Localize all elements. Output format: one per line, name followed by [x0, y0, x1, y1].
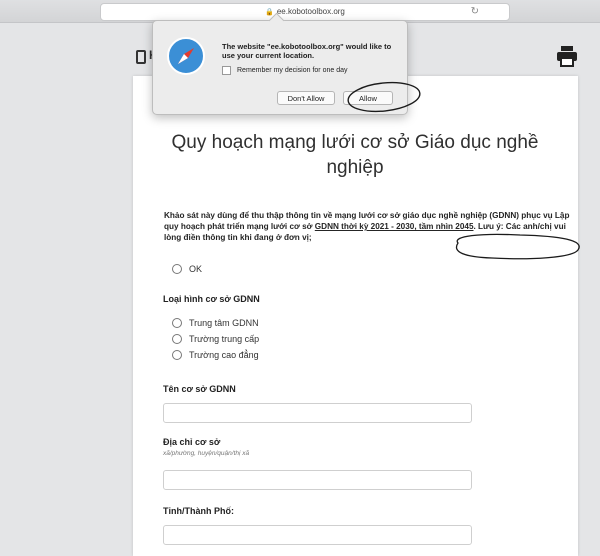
intro-text-underlined: GDNN thời kỳ 2021 - 2030, tầm nhìn 2045 — [314, 222, 474, 231]
type-option-label: Trung tâm GDNN — [189, 318, 259, 328]
remember-decision-label: Remember my decision for one day — [237, 67, 348, 74]
type-option-college[interactable]: Trường cao đẳng — [172, 350, 259, 360]
ok-radio[interactable] — [172, 264, 182, 274]
permission-message: The website "ee.kobotoolbox.org" would l… — [222, 42, 392, 60]
address-input[interactable] — [163, 470, 472, 490]
form-intro: Khảo sát này dùng để thu thập thông tin … — [164, 210, 570, 243]
kobo-logo-icon[interactable] — [136, 50, 146, 64]
address-bar-url: ee.kobotoolbox.org — [276, 7, 345, 16]
print-icon[interactable] — [555, 44, 579, 68]
question-name-label: Tên cơ sở GDNN — [163, 384, 236, 394]
ok-option[interactable]: OK — [172, 264, 202, 274]
type-center-radio[interactable] — [172, 318, 182, 328]
safari-compass-icon — [167, 37, 205, 75]
allow-button[interactable]: Allow — [343, 91, 393, 105]
type-intermediate-radio[interactable] — [172, 334, 182, 344]
question-type-label: Loại hình cơ sở GDNN — [163, 294, 260, 304]
type-college-radio[interactable] — [172, 350, 182, 360]
type-option-label: Trường cao đẳng — [189, 350, 259, 360]
address-hint: xã/phường, huyện/quận/thị xã — [163, 450, 250, 457]
dont-allow-button[interactable]: Don't Allow — [277, 91, 335, 105]
reload-icon[interactable]: ↻ — [471, 4, 479, 20]
remember-decision-checkbox[interactable] — [222, 66, 231, 75]
type-option-label: Trường trung cấp — [189, 334, 260, 344]
address-bar[interactable]: 🔒 ee.kobotoolbox.org ↻ — [100, 3, 510, 21]
question-address-label: Địa chỉ cơ sở — [163, 437, 221, 447]
question-province-label: Tỉnh/Thành Phố: — [163, 506, 234, 516]
form-title: Quy hoạch mạng lưới cơ sở Giáo dục nghề … — [171, 132, 539, 178]
remember-decision-row[interactable]: Remember my decision for one day — [222, 66, 348, 75]
province-input[interactable] — [163, 525, 472, 545]
type-option-center[interactable]: Trung tâm GDNN — [172, 318, 259, 328]
location-permission-dialog: The website "ee.kobotoolbox.org" would l… — [152, 12, 408, 115]
type-option-intermediate[interactable]: Trường trung cấp — [172, 334, 259, 344]
ok-option-label: OK — [189, 264, 203, 274]
institution-name-input[interactable] — [163, 403, 472, 423]
